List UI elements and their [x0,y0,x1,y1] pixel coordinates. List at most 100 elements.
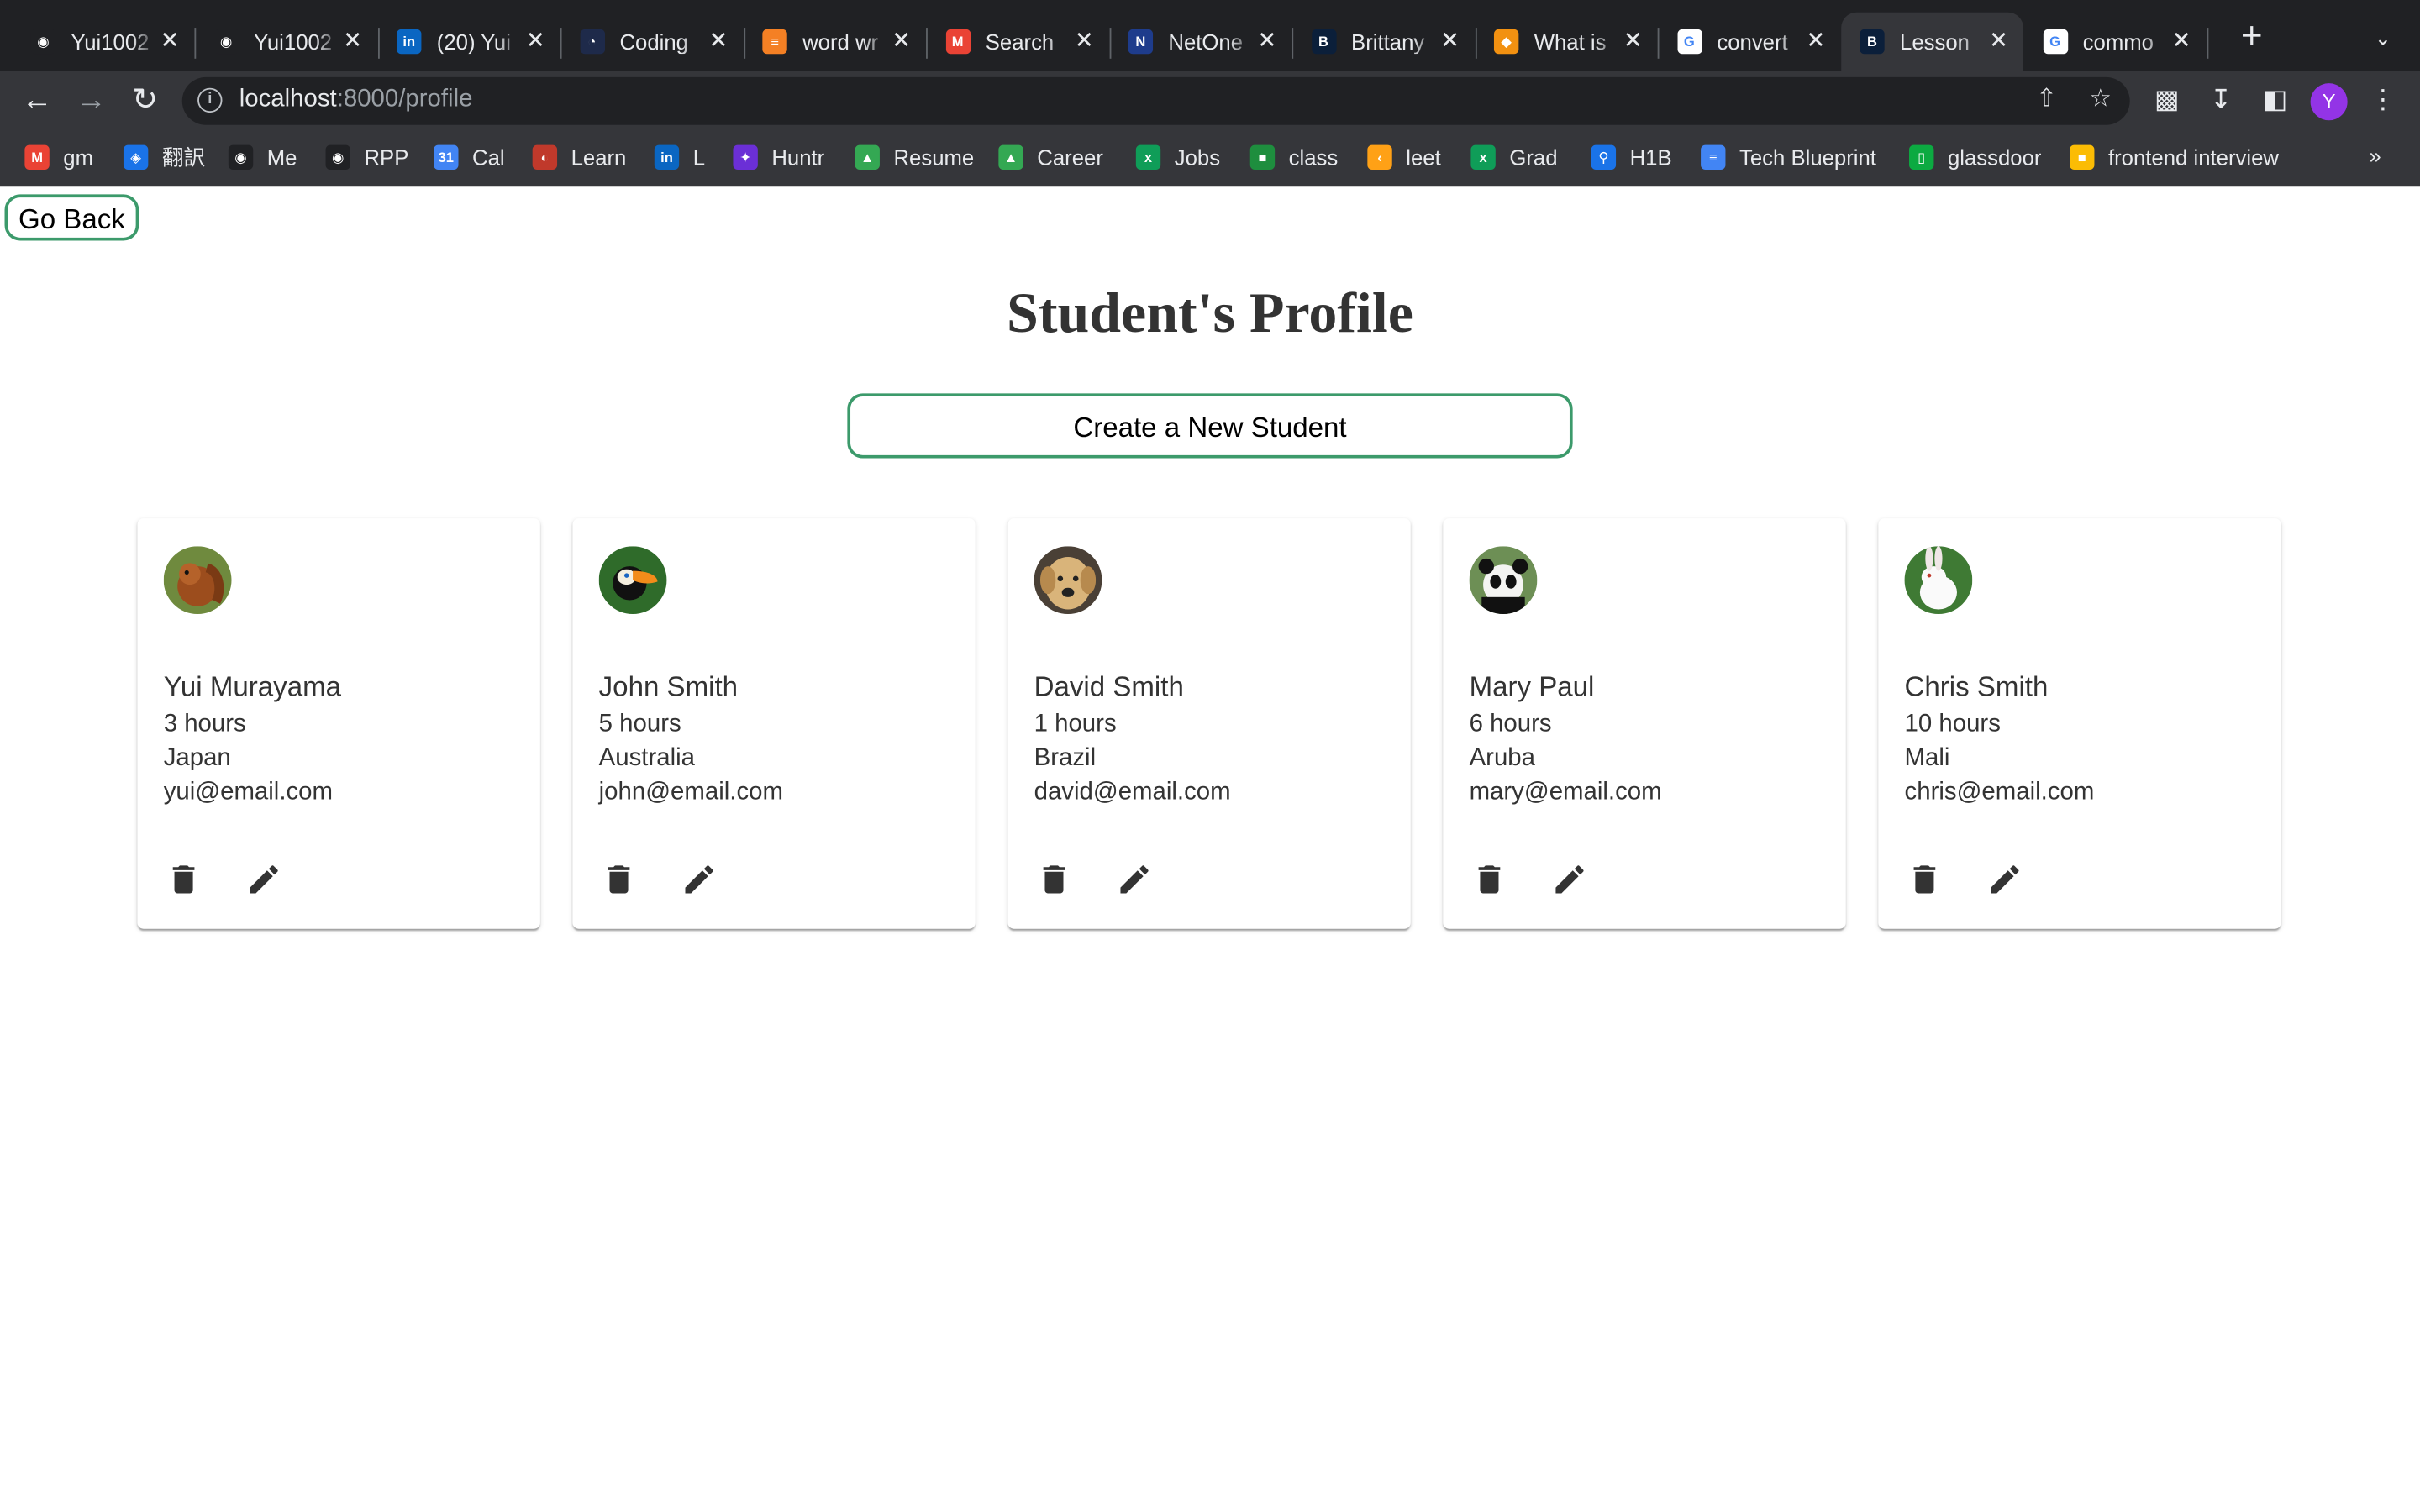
forward-arrow-icon[interactable]: → [72,81,109,118]
student-country: Australia [598,745,695,772]
student-email: david@email.com [1034,779,1231,806]
b-icon: B [1311,29,1336,55]
share-icon[interactable]: ⇧ [2033,87,2060,114]
bookmark-star-icon[interactable]: ☆ [2086,87,2114,114]
delete-trash-icon[interactable] [166,861,203,898]
tab-close-icon[interactable]: ✕ [157,29,182,54]
browser-tab[interactable]: ◉ Yui1002 ✕ [195,13,379,71]
back-arrow-icon[interactable]: ← [18,81,55,118]
create-student-button[interactable]: Create a New Student [847,393,1573,459]
delete-trash-icon[interactable] [1470,861,1507,898]
bookmark-label: Resume [893,144,975,171]
glassdoor-icon: ▯ [1909,144,1934,171]
browser-tab[interactable]: ◆ What is ✕ [1476,13,1660,71]
student-hours: 6 hours [1469,711,1552,738]
tab-search-chevron-icon[interactable]: ⌄ [2368,24,2399,55]
side-panel-icon[interactable]: ◧ [2260,85,2291,116]
student-name: Yui Murayama [163,670,342,702]
browser-tab[interactable]: Gcommo ✕ [2024,13,2208,71]
tab-close-icon[interactable]: ✕ [1255,29,1279,54]
student-name: John Smith [598,670,739,702]
tab-close-icon[interactable]: ✕ [2170,29,2194,54]
bookmark-item[interactable]: ✦ Huntr [733,140,824,174]
edit-pencil-icon[interactable] [1116,861,1153,898]
github-icon: ◉ [228,144,254,171]
student-hours: 1 hours [1034,711,1117,738]
bookmark-label: gm [63,144,94,171]
bookmark-item[interactable]: ◈ 翻訳 [123,140,205,174]
bookmark-label: glassdoor [1947,144,2042,171]
bookmark-item[interactable]: ▲ Career [998,140,1103,174]
download-icon[interactable]: ↧ [2206,85,2237,116]
browser-tab[interactable]: Gconvert ✕ [1659,13,1841,71]
edit-pencil-icon[interactable] [245,861,282,898]
bookmark-item[interactable]: ■ class [1249,140,1339,174]
edit-pencil-icon[interactable] [1551,861,1588,898]
bookmark-item[interactable]: x Grad [1470,140,1557,174]
bookmark-label: class [1288,144,1339,171]
student-avatar [598,546,667,615]
bookmark-label: Learn [571,144,627,171]
tab-close-icon[interactable]: ✕ [523,29,548,54]
student-card: David Smith 1 hours Brazil david@email.c… [1007,518,1411,929]
sheets-icon: x [1470,144,1496,171]
edit-pencil-icon[interactable] [681,861,718,898]
docs-icon: ≡ [1701,144,1726,171]
bookmarks-overflow-icon[interactable]: » [2369,144,2381,168]
address-bar[interactable]: i localhost:8000/profile ⇧ ☆ [182,76,2130,125]
browser-tab[interactable]: B Lesson ✕ [1841,12,2023,71]
reload-icon[interactable]: ↻ [127,81,164,118]
tab-close-icon[interactable]: ✕ [889,29,913,54]
browser-tab[interactable]: ◔ Coding ✕ [561,13,745,71]
edit-pencil-icon[interactable] [1986,861,2023,898]
stackoverflow-icon: ≡ [762,29,787,55]
extensions-puzzle-icon[interactable]: ▩ [2151,85,2182,116]
student-country: Brazil [1034,745,1097,772]
tab-close-icon[interactable]: ✕ [706,29,730,54]
bookmark-item[interactable]: ▲ Resume [855,140,975,174]
tab-close-icon[interactable]: ✕ [1072,29,1097,54]
student-avatar [1034,546,1102,615]
bookmark-item[interactable]: ▯ glassdoor [1909,140,2041,174]
menu-kebab-icon[interactable]: ⋮ [2368,85,2399,116]
student-card: Chris Smith 10 hours Mali chris@email.co… [1878,518,2281,929]
bookmark-item[interactable]: ■ frontend interview [2070,140,2279,174]
delete-trash-icon[interactable] [1035,861,1072,898]
browser-tab[interactable]: M Search ✕ [927,13,1111,71]
student-country: Aruba [1469,745,1536,772]
bookmark-item[interactable]: in L [654,140,705,174]
bookmark-item[interactable]: ◐ Learn [532,140,627,174]
browser-tab[interactable]: in (20) Yui ✕ [378,13,562,71]
bookmark-item[interactable]: ◉ Me [228,140,297,174]
go-back-button[interactable]: Go Back [4,194,139,241]
new-tab-button[interactable]: + [2233,18,2270,57]
bookmark-item[interactable]: Mgm [24,140,93,174]
tab-close-icon[interactable]: ✕ [340,29,365,54]
url-text[interactable]: localhost:8000/profile [239,87,473,114]
delete-trash-icon[interactable] [600,861,637,898]
bookmark-item[interactable]: 31 Cal [434,140,505,174]
bookmark-item[interactable]: x Jobs [1135,140,1220,174]
browser-tab[interactable]: B Brittany ✕ [1292,13,1476,71]
bookmark-label: Cal [472,144,505,171]
sheets-icon: x [1135,144,1161,171]
bookmark-item[interactable]: ≡ Tech Blueprint [1701,140,1876,174]
tab-close-icon[interactable]: ✕ [1438,29,1462,54]
tab-close-icon[interactable]: ✕ [1986,29,2011,54]
bookmark-item[interactable]: ⚲ H1B [1591,140,1672,174]
bookmark-item[interactable]: ‹ leet [1367,140,1441,174]
profile-avatar[interactable]: Y [2310,83,2348,121]
browser-tab[interactable]: N NetOne ✕ [1110,13,1294,71]
tab-close-icon[interactable]: ✕ [1621,29,1645,54]
browser-tab[interactable]: ≡ word wr ✕ [744,13,928,71]
translate-icon: ◈ [123,144,149,171]
page-title: Student's Profile [1007,282,1413,346]
tab-close-icon[interactable]: ✕ [1803,29,1828,54]
delete-trash-icon[interactable] [1906,861,1943,898]
site-info-icon[interactable]: i [197,87,223,113]
bookmark-item[interactable]: ◉ RPP [325,140,408,174]
student-name: David Smith [1034,670,1184,702]
learn-icon: ◐ [532,144,558,171]
bookmark-label: leet [1406,144,1441,171]
browser-tab[interactable]: ◉ Yui1002 ✕ [13,13,197,71]
